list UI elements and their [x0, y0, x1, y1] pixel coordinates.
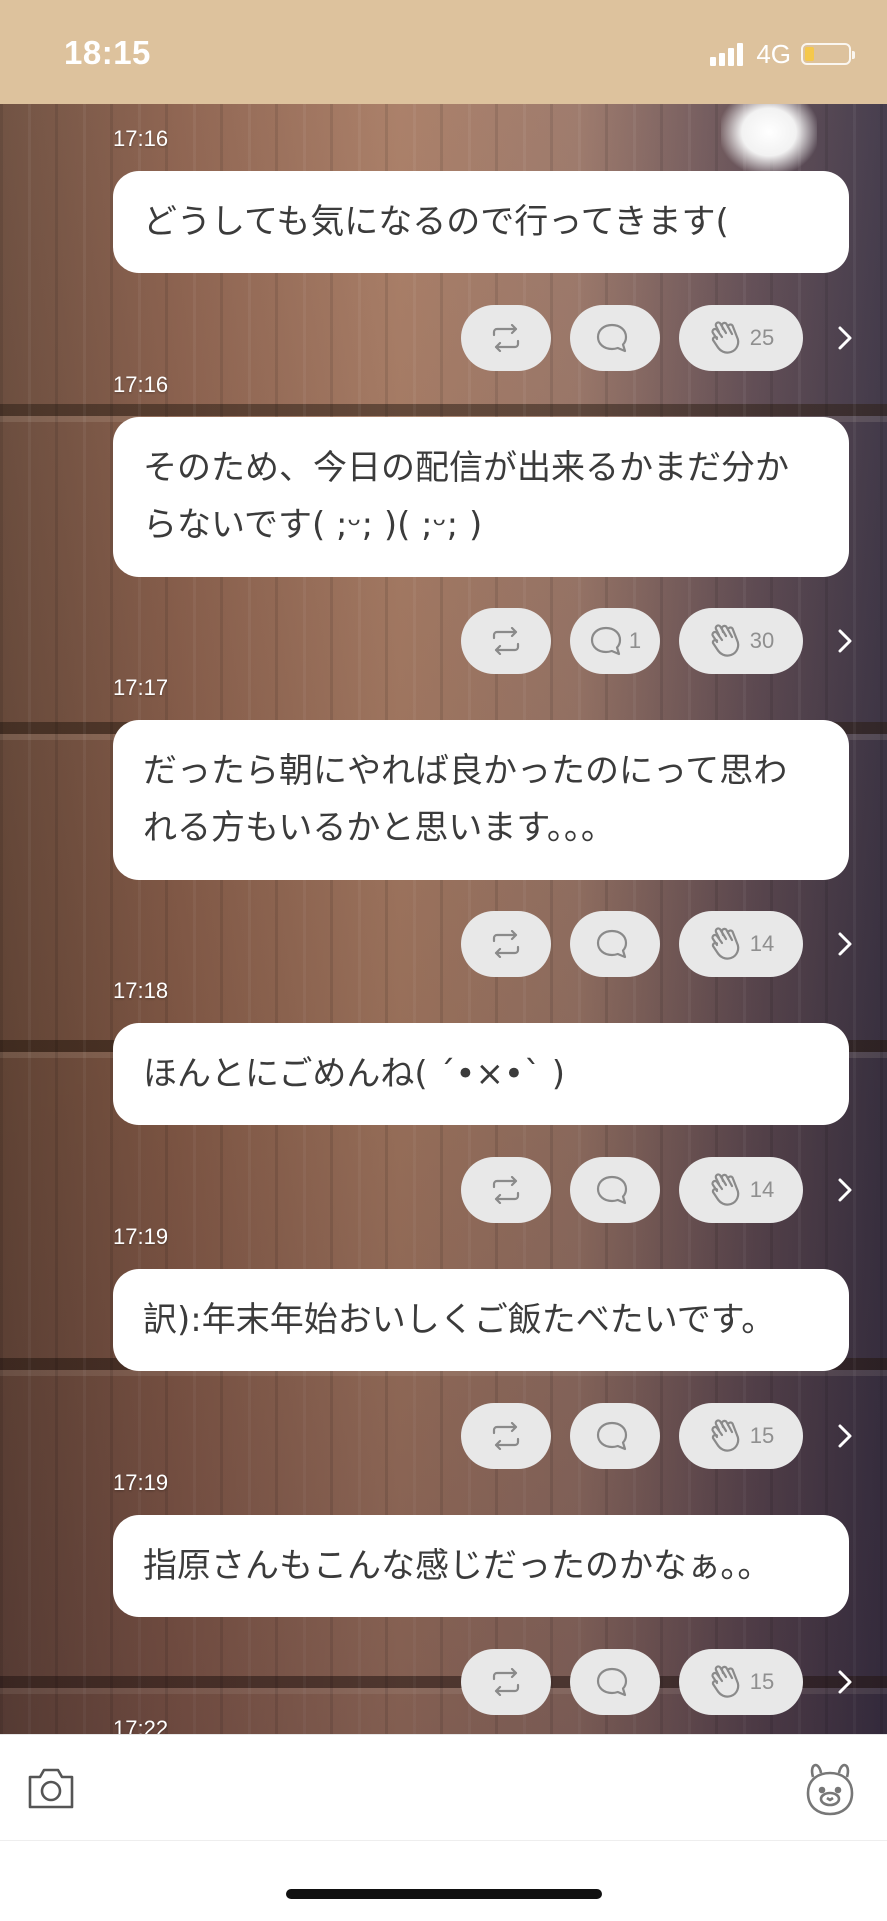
post-actions: 15: [461, 1403, 861, 1469]
repost-button[interactable]: [461, 1157, 551, 1223]
clap-button[interactable]: 25: [679, 305, 803, 371]
clap-icon: [711, 321, 740, 354]
clap-button[interactable]: 14: [679, 1157, 803, 1223]
post-text: だったら朝にやれば良かったのにって思わ れる方もいるかと思います。。。: [143, 751, 788, 848]
clap-count: 14: [749, 1177, 775, 1202]
clap-icon: [711, 1419, 740, 1452]
mascot-button[interactable]: [799, 1757, 861, 1823]
status-time: 18:15: [64, 34, 151, 71]
network-label: 4G: [756, 38, 791, 69]
repost-icon: [492, 627, 520, 655]
clap-icon: [711, 927, 740, 960]
clap-count: 15: [749, 1423, 775, 1448]
clap-count: 14: [749, 931, 775, 956]
clap-button[interactable]: 15: [679, 1403, 803, 1469]
camera-button[interactable]: [26, 1765, 76, 1815]
comment-button[interactable]: [570, 911, 660, 977]
repost-icon: [492, 324, 520, 352]
clap-count: 25: [749, 325, 775, 350]
home-indicator[interactable]: [286, 1889, 602, 1899]
comment-icon: [590, 626, 621, 656]
comment-button[interactable]: [570, 1649, 660, 1715]
repost-icon: [492, 1422, 520, 1450]
comment-button[interactable]: [570, 305, 660, 371]
comment-icon: [596, 1667, 628, 1697]
post-text: 指原さんもこんな感じだったのかなぁ。。: [143, 1545, 772, 1586]
repost-icon: [492, 1176, 520, 1204]
post-time: 17:16: [113, 372, 169, 397]
post-text: 訳):年末年始おいしくご飯たべたいです。: [143, 1299, 776, 1340]
repost-button[interactable]: [461, 608, 551, 674]
timeline-feed[interactable]: 17:16 どうしても気になるので行ってきます( 25 17:16 そのため、今: [0, 104, 887, 1734]
battery-icon: [801, 43, 855, 65]
post-time: 17:18: [113, 978, 169, 1003]
repost-icon: [492, 930, 520, 958]
post-time: 17:19: [113, 1470, 169, 1495]
clap-count: 30: [749, 628, 775, 653]
post-bubble[interactable]: 訳):年末年始おいしくご飯たべたいです。: [113, 1269, 849, 1371]
clap-button[interactable]: 15: [679, 1649, 803, 1715]
post-actions: 14: [461, 1157, 861, 1223]
clap-button[interactable]: 14: [679, 911, 803, 977]
clap-button[interactable]: 30: [679, 608, 803, 674]
post-bubble[interactable]: どうしても気になるので行ってきます(: [113, 171, 849, 273]
post-actions: 25: [461, 305, 861, 371]
comment-count: 1: [628, 628, 642, 653]
clap-icon: [711, 1173, 740, 1206]
clap-icon: [711, 624, 740, 657]
repost-button[interactable]: [461, 911, 551, 977]
post-time: 17:19: [113, 1224, 169, 1249]
comment-icon: [596, 1421, 628, 1451]
comment-icon: [596, 323, 628, 353]
comment-icon: [596, 1175, 628, 1205]
camera-icon: [28, 1768, 74, 1809]
clap-count: 15: [749, 1669, 775, 1694]
clap-icon: [711, 1665, 740, 1698]
post-actions: 14: [461, 911, 861, 977]
status-bar: 18:15 4G: [0, 0, 887, 104]
chevron-right-icon[interactable]: [830, 1175, 860, 1205]
post-bubble[interactable]: ほんとにごめんね( ´•×•` ): [113, 1023, 849, 1125]
chevron-right-icon[interactable]: [830, 929, 860, 959]
comment-button[interactable]: [570, 1157, 660, 1223]
comment-button[interactable]: [570, 1403, 660, 1469]
repost-button[interactable]: [461, 1649, 551, 1715]
repost-icon: [492, 1668, 520, 1696]
post-text: そのため、今日の配信が出来るかまだ分か らないです( ;ᵕ; )( ;ᵕ; ): [143, 448, 789, 545]
lamp-light: [721, 104, 817, 174]
status-indicators: 4G: [710, 38, 855, 69]
post-time: 17:22: [113, 1716, 169, 1734]
post-actions: 15: [461, 1649, 861, 1715]
bottom-toolbar: [0, 1734, 887, 1841]
signal-icon: [710, 42, 746, 66]
post-bubble[interactable]: 指原さんもこんな感じだったのかなぁ。。: [113, 1515, 849, 1617]
home-indicator-area: [0, 1840, 887, 1921]
repost-button[interactable]: [461, 305, 551, 371]
post-time: 17:16: [113, 126, 169, 151]
chevron-right-icon[interactable]: [830, 1667, 860, 1697]
battery-fill: [805, 47, 815, 61]
chevron-right-icon[interactable]: [830, 1421, 860, 1451]
comment-button[interactable]: 1: [570, 608, 660, 674]
bear-mascot-icon: [806, 1763, 854, 1816]
comment-icon: [596, 929, 628, 959]
post-bubble[interactable]: だったら朝にやれば良かったのにって思わ れる方もいるかと思います。。。: [113, 720, 849, 880]
post-actions: 1 30: [461, 608, 861, 674]
post-time: 17:17: [113, 675, 169, 700]
chevron-right-icon[interactable]: [830, 626, 860, 656]
post-bubble[interactable]: そのため、今日の配信が出来るかまだ分か らないです( ;ᵕ; )( ;ᵕ; ): [113, 417, 849, 577]
repost-button[interactable]: [461, 1403, 551, 1469]
chevron-right-icon[interactable]: [830, 323, 860, 353]
post-text: ほんとにごめんね( ´•×•` ): [143, 1053, 566, 1094]
post-text: どうしても気になるので行ってきます(: [143, 201, 729, 242]
